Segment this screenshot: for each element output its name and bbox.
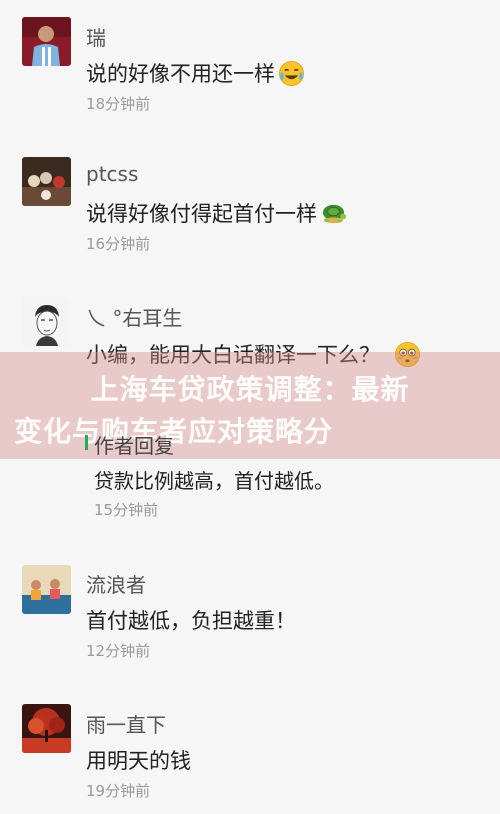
comment-nickname: 乀 °右耳生 bbox=[86, 306, 183, 330]
crying-laughing-emoji-icon bbox=[278, 60, 305, 87]
avatar[interactable] bbox=[22, 297, 71, 346]
comment-time: 16分钟前 bbox=[86, 235, 151, 253]
comment-nickname: 流浪者 bbox=[86, 573, 146, 597]
comment-text-content: 用明天的钱 bbox=[86, 749, 191, 773]
comment-text-content: 说得好像付得起首付一样 bbox=[86, 202, 317, 226]
avatar[interactable] bbox=[22, 157, 71, 206]
comment-text: 贷款比例越高，首付越低。 bbox=[94, 465, 334, 494]
headline-overlay-banner: 上海车贷政策调整：最新 变化与购车者应对策略分 bbox=[0, 352, 500, 459]
comment-time: 18分钟前 bbox=[86, 95, 151, 113]
comment-time: 19分钟前 bbox=[86, 782, 151, 800]
comment-text-content: 说的好像不用还一样 bbox=[86, 62, 275, 86]
avatar-children-photo-icon bbox=[22, 565, 71, 614]
avatar[interactable] bbox=[22, 17, 71, 66]
comment-text: 说得好像付得起首付一样 bbox=[86, 198, 347, 228]
turtle-emoji-icon bbox=[320, 200, 347, 227]
comment-text: 说的好像不用还一样 bbox=[86, 58, 305, 88]
avatar[interactable] bbox=[22, 704, 71, 753]
comment-nickname: ptcss bbox=[86, 162, 139, 186]
avatar[interactable] bbox=[22, 565, 71, 614]
avatar-chess-pieces-icon bbox=[22, 157, 71, 206]
comment-text-content: 首付越低，负担越重！ bbox=[86, 609, 296, 633]
comment-text: 用明天的钱 bbox=[86, 745, 191, 775]
comment-text: 首付越低，负担越重！ bbox=[86, 605, 296, 635]
comment-nickname: 雨一直下 bbox=[86, 713, 166, 737]
author-reply-label: 作者回复 bbox=[94, 434, 174, 458]
headline-line-1: 上海车贷政策调整：最新 bbox=[90, 373, 410, 406]
comment-text-content: 贷款比例越高，首付越低。 bbox=[94, 469, 334, 493]
author-reply-marker bbox=[85, 435, 88, 450]
avatar-autumn-tree-icon bbox=[22, 704, 71, 753]
avatar-sketch-portrait-icon bbox=[22, 297, 71, 346]
comment-time: 15分钟前 bbox=[94, 501, 159, 519]
comment-time: 12分钟前 bbox=[86, 642, 151, 660]
avatar-soccer-player-icon bbox=[22, 17, 71, 66]
comment-nickname: 瑞 bbox=[86, 26, 106, 50]
